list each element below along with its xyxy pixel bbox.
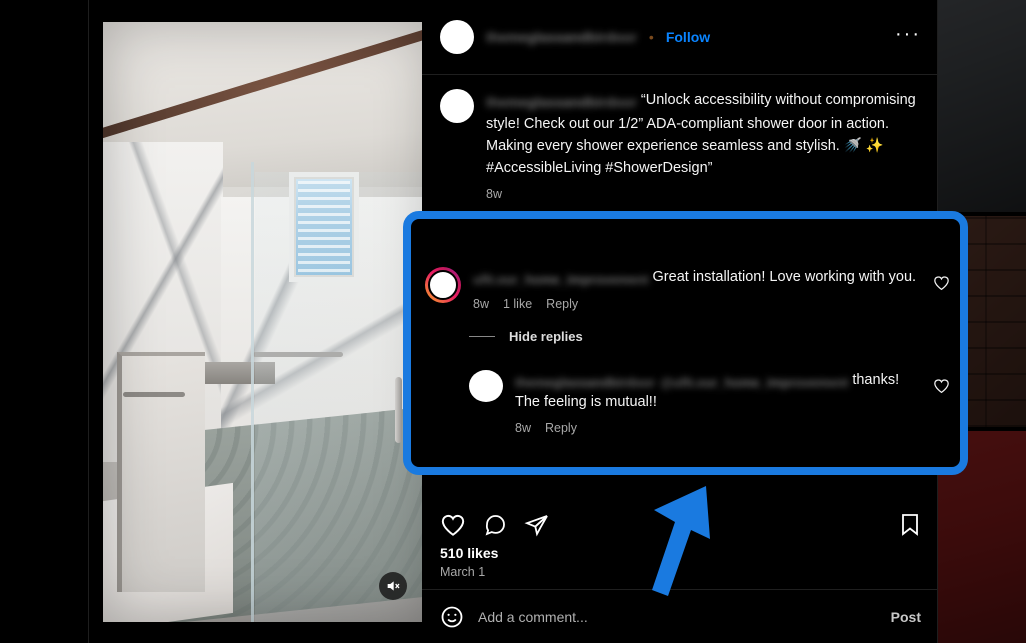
highlighted-comment-item: ufit.our_home_improvement Great installat…: [425, 249, 950, 313]
comment-thread-highlight: ufit.our_home_improvement Great installat…: [403, 211, 968, 475]
avatar[interactable]: [469, 369, 503, 402]
blue-pointer-arrow: [618, 486, 718, 596]
smiley-face-icon: [441, 606, 463, 627]
post-author-username[interactable]: themeglassandbirdoor: [486, 29, 637, 45]
comment-bubble-icon: [485, 515, 505, 536]
emoji-picker-button[interactable]: [440, 605, 464, 629]
highlighted-comment-text: ufit.our_home_improvement Great installat…: [473, 267, 921, 290]
avatar[interactable]: [440, 89, 474, 123]
caption-text: themeglassandbirdoor “Unlock accessibilit…: [486, 89, 921, 179]
highlighted-reply-mention[interactable]: @ufit.our_home_improvement: [660, 373, 848, 393]
post-media-pane[interactable]: [89, 0, 422, 643]
comment-input[interactable]: Add a comment...: [478, 609, 877, 625]
highlighted-comment-like-button[interactable]: [933, 267, 950, 311]
like-post-button[interactable]: [440, 513, 466, 537]
divider-line: [469, 335, 495, 337]
highlighted-reply-reply-button[interactable]: Reply: [545, 421, 577, 435]
comment-post-button[interactable]: [482, 513, 508, 537]
post-video[interactable]: [103, 22, 422, 622]
avatar[interactable]: [440, 20, 474, 54]
follow-button[interactable]: Follow: [666, 29, 710, 45]
post-comment-button[interactable]: Post: [891, 609, 921, 625]
add-comment-bar: Add a comment... Post: [422, 589, 937, 643]
highlighted-reply-timestamp: 8w: [515, 420, 531, 435]
mute-toggle-button[interactable]: [379, 572, 407, 600]
highlighted-reply-like-button[interactable]: [933, 370, 950, 435]
separator-dot: •: [648, 29, 654, 45]
highlighted-hide-replies-label[interactable]: Hide replies: [509, 329, 583, 344]
highlighted-reply-text: themeglassandbirdoor @ufit.our_home_impro…: [515, 370, 921, 414]
highlighted-reply-author[interactable]: themeglassandbirdoor: [515, 373, 655, 393]
share-post-button[interactable]: [524, 513, 550, 537]
heart-icon: [441, 514, 465, 536]
caption-timestamp: 8w: [486, 187, 502, 202]
heart-icon: [934, 276, 949, 291]
highlighted-hide-replies-toggle[interactable]: Hide replies: [425, 313, 950, 350]
caption-author-username[interactable]: themeglassandbirdoor: [486, 92, 637, 113]
media-detail: [103, 22, 422, 622]
more-options-button[interactable]: ···: [895, 24, 921, 45]
highlighted-comment-likes[interactable]: 1 like: [503, 297, 532, 311]
highlighted-comment-reply-button[interactable]: Reply: [546, 297, 578, 311]
save-post-button[interactable]: [899, 513, 921, 537]
bookmark-icon: [902, 514, 918, 536]
share-paper-plane-icon: [524, 515, 548, 537]
post-header: themeglassandbirdoor • Follow ···: [422, 0, 937, 75]
arrow-up-right-icon: [652, 486, 710, 596]
highlighted-comment-body: Great installation! Love working with yo…: [652, 269, 917, 286]
highlighted-comment-author[interactable]: ufit.our_home_improvement: [473, 270, 649, 290]
screenshot-root: themeglassandbirdoor • Follow ··· themeg…: [0, 0, 1026, 643]
heart-icon: [934, 379, 949, 393]
highlighted-comment-timestamp: 8w: [473, 296, 489, 311]
post-caption: themeglassandbirdoor “Unlock accessibilit…: [422, 75, 937, 207]
muted-speaker-icon: [387, 581, 400, 591]
avatar[interactable]: [425, 267, 461, 304]
highlighted-reply-item: themeglassandbirdoor @ufit.our_home_impro…: [425, 350, 950, 437]
